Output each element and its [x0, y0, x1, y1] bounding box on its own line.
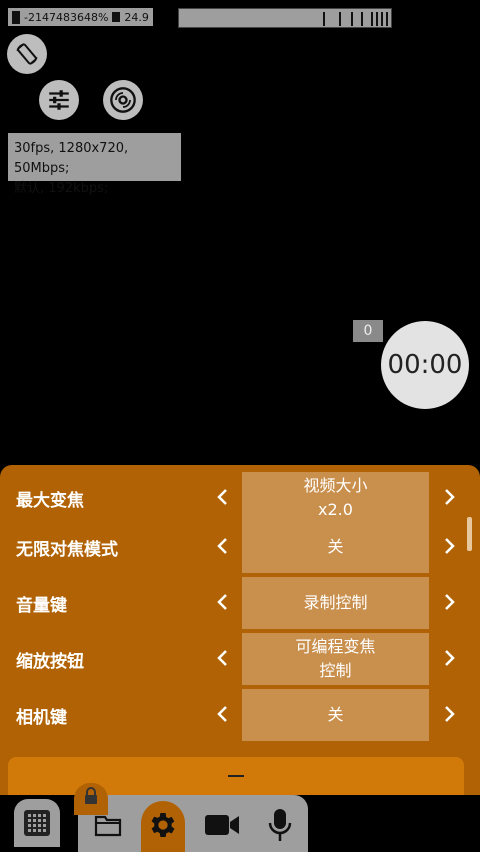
setting-label: 无限对焦模式: [16, 540, 118, 560]
setting-label: 最大变焦: [16, 491, 84, 511]
settings-panel: 最大变焦 视频大小 x2.0 无限对焦模式 关 音量键 录制控制 缩放按钮 可编…: [0, 465, 480, 795]
settings-sliders-button[interactable]: [39, 80, 79, 120]
video-camera-icon: [205, 815, 239, 835]
chevron-left-icon[interactable]: [210, 531, 234, 561]
setting-value[interactable]: 关: [242, 689, 429, 741]
chevron-right-icon[interactable]: [438, 699, 462, 729]
info-audio: 默认, 192kbps;: [14, 181, 109, 196]
setting-label: 相机键: [16, 708, 67, 728]
setting-value-line: 控制: [319, 661, 352, 680]
scrollbar[interactable]: [467, 517, 472, 551]
setting-value-line: 关: [327, 705, 344, 724]
setting-value[interactable]: 关: [242, 521, 429, 573]
setting-label: 缩放按钮: [16, 652, 84, 672]
disc-button[interactable]: [103, 80, 143, 120]
setting-value[interactable]: 视频大小 x2.0: [242, 472, 429, 524]
storage-text: 24.9: [124, 10, 149, 24]
record-timer-button[interactable]: 00:00: [381, 321, 469, 409]
setting-value[interactable]: 录制控制: [242, 577, 429, 629]
sd-card-icon: [112, 12, 121, 22]
gear-icon: [151, 813, 175, 837]
sliders-icon: [49, 90, 69, 110]
chevron-right-icon[interactable]: [438, 587, 462, 617]
battery-icon: [12, 10, 20, 24]
folder-button[interactable]: [86, 803, 130, 847]
chevron-left-icon[interactable]: [210, 699, 234, 729]
bottom-nav: [0, 783, 480, 852]
setting-label: 音量键: [16, 596, 67, 616]
photo-counter: 0: [353, 320, 383, 342]
drag-handle-icon: [228, 775, 244, 777]
grid-button[interactable]: [14, 799, 60, 847]
chevron-right-icon[interactable]: [438, 531, 462, 561]
setting-value-line: 可编程变焦: [295, 637, 376, 656]
microphone-button[interactable]: [258, 803, 302, 847]
settings-button[interactable]: [141, 803, 185, 847]
status-bar: -2147483648% 24.9: [8, 8, 153, 26]
chevron-left-icon[interactable]: [210, 482, 234, 512]
setting-value-line: 视频大小: [303, 476, 368, 495]
settings-row: 相机键 关: [0, 689, 480, 741]
setting-value-line: 录制控制: [303, 593, 368, 612]
audio-level-meter: [178, 8, 392, 28]
setting-value-line: x2.0: [318, 500, 353, 519]
rotate-button[interactable]: [7, 34, 47, 74]
chevron-right-icon[interactable]: [438, 482, 462, 512]
rotate-icon: [16, 43, 38, 65]
microphone-icon: [268, 809, 292, 841]
setting-value-line: 关: [327, 537, 344, 556]
battery-text: -2147483648%: [24, 10, 109, 24]
info-video: 30fps, 1280x720, 50Mbps;: [14, 141, 129, 176]
chevron-right-icon[interactable]: [438, 643, 462, 673]
settings-row: 无限对焦模式 关: [0, 521, 480, 573]
grid-icon: [24, 810, 50, 836]
setting-value[interactable]: 可编程变焦 控制: [242, 633, 429, 685]
settings-row: 音量键 录制控制: [0, 577, 480, 629]
settings-row: 缩放按钮 可编程变焦 控制: [0, 633, 480, 685]
chevron-left-icon[interactable]: [210, 643, 234, 673]
recording-info: 30fps, 1280x720, 50Mbps; 默认, 192kbps;: [8, 133, 181, 196]
folder-icon: [94, 815, 122, 837]
chevron-left-icon[interactable]: [210, 587, 234, 617]
disc-icon: [110, 87, 136, 113]
video-button[interactable]: [200, 803, 244, 847]
settings-row: 最大变焦 视频大小 x2.0: [0, 472, 480, 524]
